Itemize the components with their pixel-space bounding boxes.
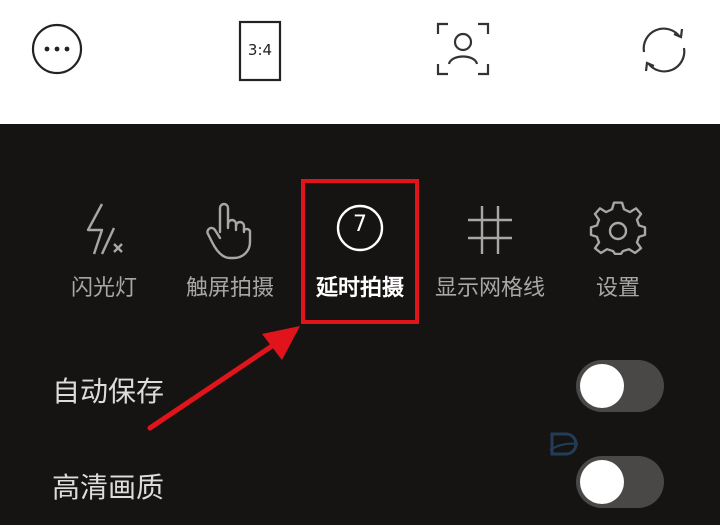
face-scan-icon [436, 22, 490, 76]
auto-save-toggle[interactable] [576, 360, 664, 412]
watermark-logo [548, 430, 668, 458]
tool-settings[interactable]: 设置 [558, 190, 678, 320]
highlight-box [301, 179, 419, 324]
tool-label: 显示网格线 [434, 276, 545, 301]
tool-label: 设置 [595, 276, 640, 301]
top-toolbar: 3:4 [0, 0, 720, 124]
aspect-ratio-button[interactable]: 3:4 [238, 20, 282, 82]
setting-hd-quality: 高清画质 [0, 454, 720, 514]
watermark-icon [549, 432, 579, 456]
tool-grid[interactable]: 显示网格线 [430, 190, 550, 320]
setting-auto-save: 自动保存 [0, 358, 720, 418]
setting-label: 自动保存 [52, 375, 165, 408]
camera-switch-icon [642, 27, 686, 73]
toggle-knob [580, 460, 624, 504]
tool-touch-capture[interactable]: 触屏拍摄 [170, 190, 290, 320]
touch-capture-icon [206, 202, 252, 260]
aspect-ratio-label: 3:4 [247, 41, 273, 59]
tool-label: 触屏拍摄 [185, 276, 274, 301]
toggle-knob [580, 364, 624, 408]
hd-quality-toggle[interactable] [576, 456, 664, 508]
tool-flash[interactable]: 闪光灯 [44, 190, 164, 320]
face-scan-button[interactable] [436, 20, 490, 78]
more-button[interactable] [30, 22, 84, 76]
flash-off-icon [86, 203, 123, 255]
camera-switch-button[interactable] [636, 22, 692, 78]
grid-icon [468, 206, 512, 254]
setting-label: 高清画质 [52, 471, 165, 504]
tool-label: 闪光灯 [70, 276, 137, 301]
more-dots-icon [31, 23, 83, 75]
gear-icon [589, 201, 647, 256]
